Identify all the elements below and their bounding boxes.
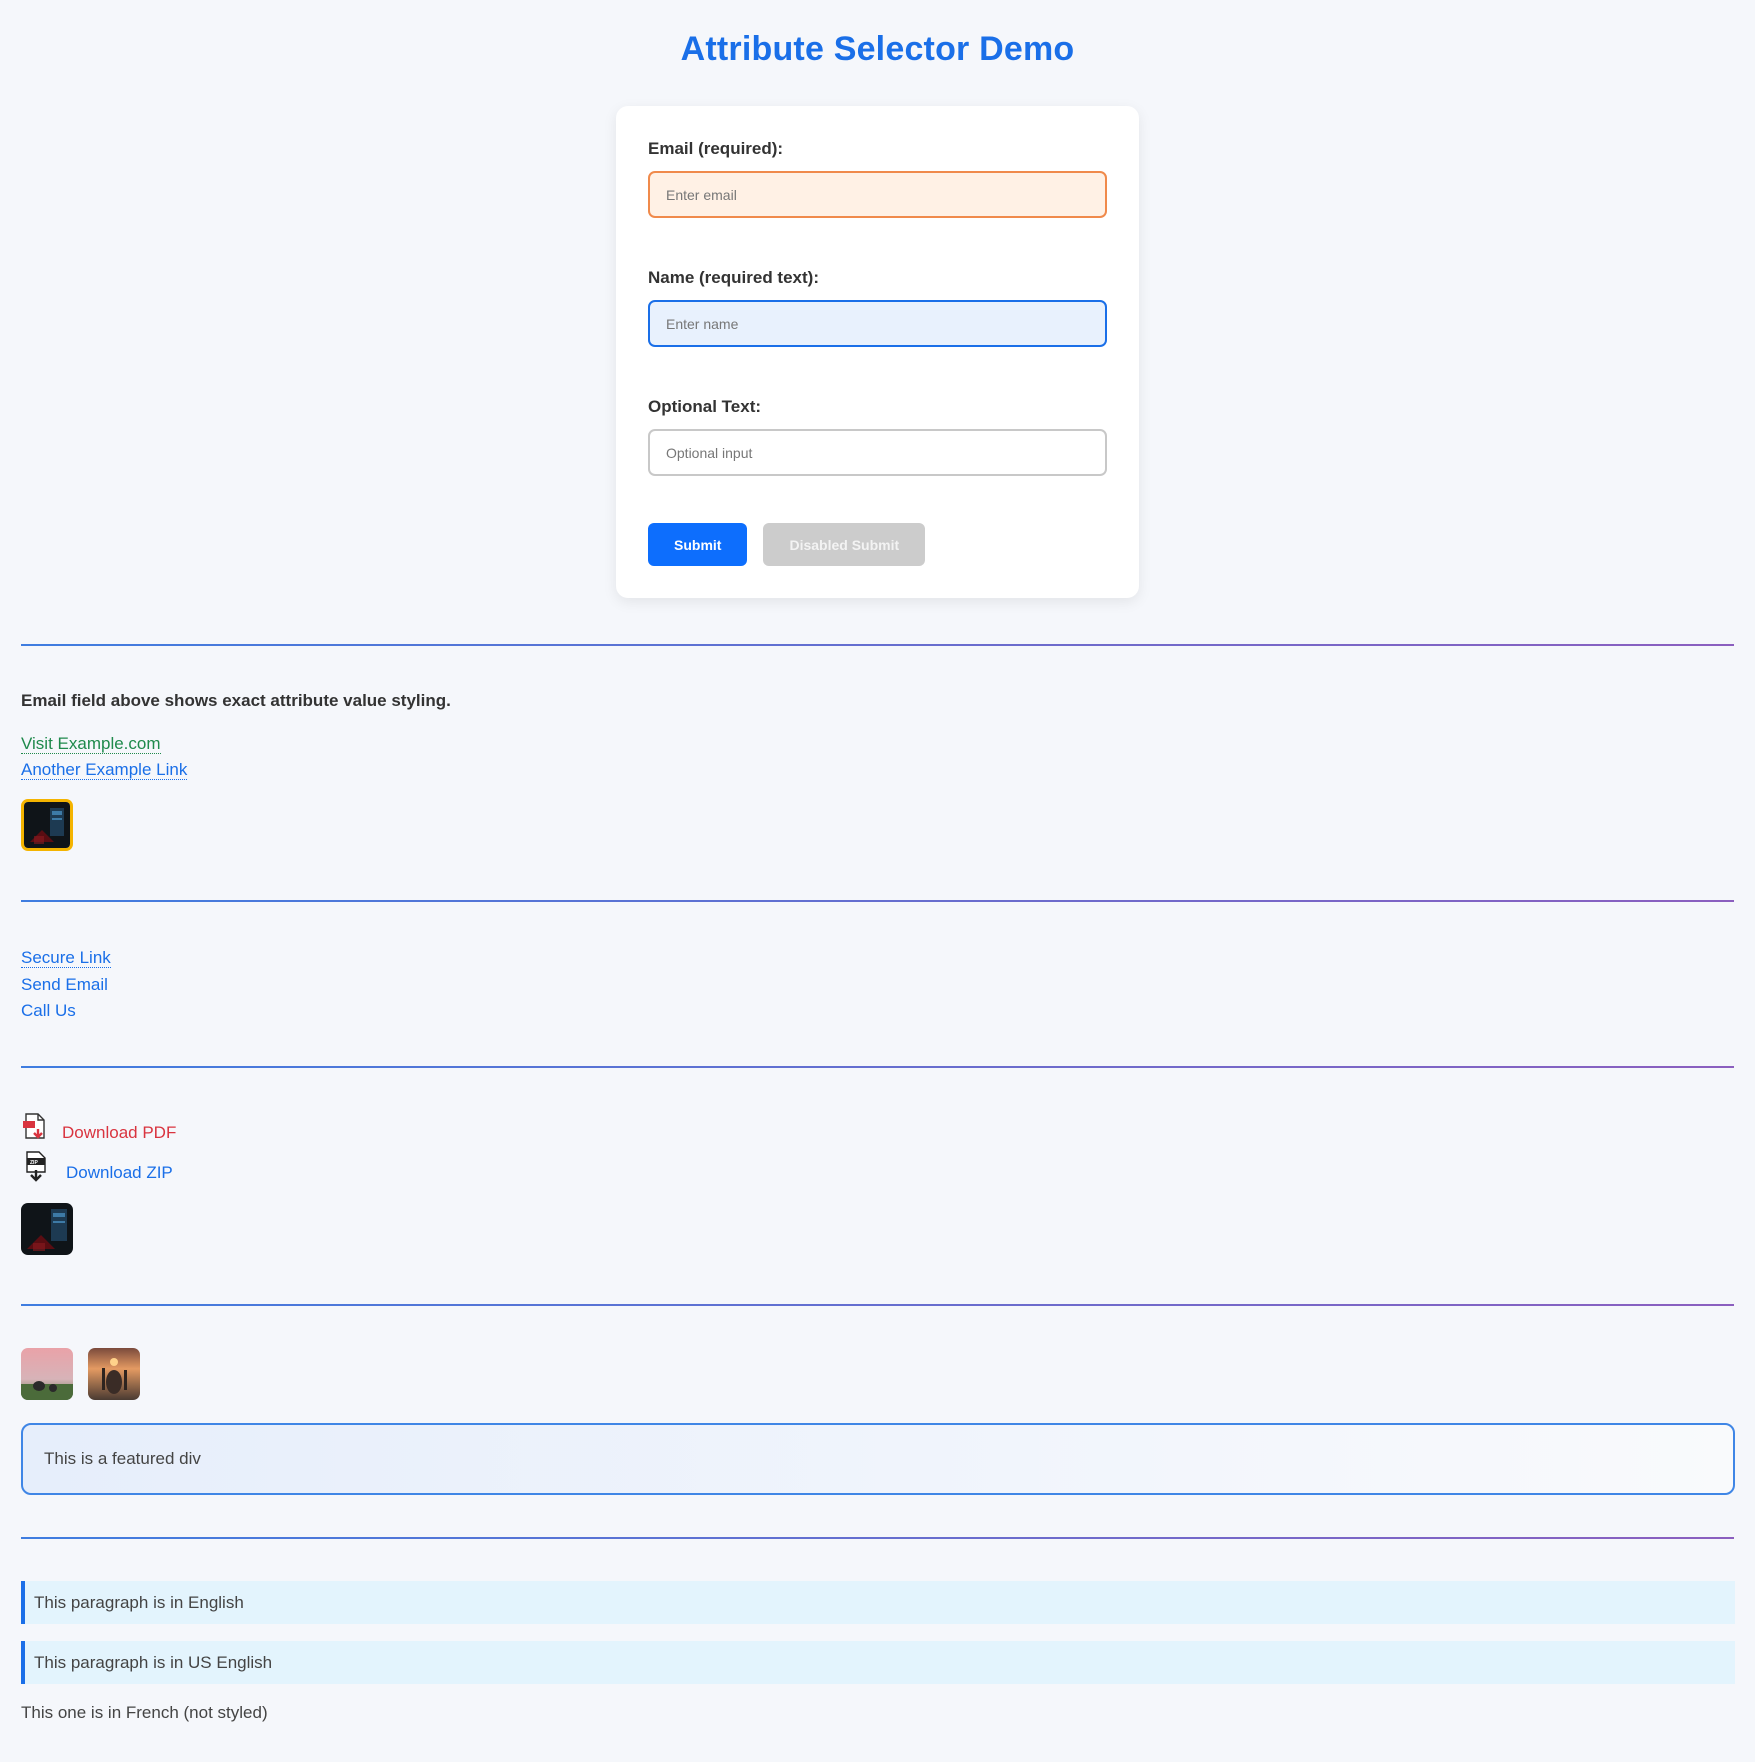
- english-paragraph: This paragraph is in English: [21, 1581, 1735, 1624]
- french-paragraph: This one is in French (not styled): [21, 1703, 268, 1722]
- featured-div-text: This is a featured div: [44, 1449, 201, 1468]
- optional-input[interactable]: [648, 429, 1107, 476]
- visit-example-link[interactable]: Visit Example.com: [21, 734, 161, 754]
- us-english-paragraph: This paragraph is in US English: [21, 1641, 1735, 1684]
- photo-thumbnail-1: [21, 1348, 73, 1400]
- highlighted-image: [21, 799, 73, 851]
- email-field-group: Email (required):: [648, 139, 1107, 218]
- call-us-link[interactable]: Call Us: [21, 1001, 76, 1021]
- divider-3: [21, 1066, 1734, 1068]
- email-label: Email (required):: [648, 139, 784, 158]
- divider-2: [21, 900, 1734, 902]
- download-pdf-link[interactable]: Download PDF: [21, 1112, 176, 1147]
- english-paragraph-text: This paragraph is in English: [34, 1592, 244, 1612]
- name-label: Name (required text):: [648, 268, 819, 287]
- divider-5: [21, 1537, 1734, 1539]
- download-zip-label: Download ZIP: [66, 1163, 173, 1182]
- another-example-link-label: Another Example Link: [21, 760, 188, 780]
- plain-image: [21, 1203, 73, 1255]
- disabled-submit-button: Disabled Submit: [763, 523, 926, 566]
- us-english-paragraph-text: This paragraph is in US English: [34, 1652, 273, 1672]
- another-example-link[interactable]: Another Example Link: [21, 760, 188, 780]
- divider-1: [21, 644, 1734, 646]
- button-row: Submit Disabled Submit: [648, 523, 1107, 566]
- secure-link-label: Secure Link: [21, 948, 111, 968]
- page-root: Attribute Selector Demo Email (required)…: [0, 0, 1755, 1722]
- name-input[interactable]: [648, 300, 1107, 347]
- page-title: Attribute Selector Demo: [680, 30, 1075, 68]
- zip-file-icon: ZIP: [21, 1150, 51, 1187]
- optional-field-group: Optional Text:: [648, 397, 1107, 476]
- optional-label: Optional Text:: [648, 397, 762, 416]
- divider-4: [21, 1304, 1734, 1306]
- download-zip-link[interactable]: ZIP Download ZIP: [21, 1150, 173, 1187]
- svg-text:ZIP: ZIP: [30, 1160, 38, 1166]
- secure-link[interactable]: Secure Link: [21, 948, 111, 968]
- submit-button[interactable]: Submit: [648, 523, 748, 566]
- photo-thumbnail-2: [88, 1348, 140, 1400]
- featured-div: This is a featured div: [21, 1423, 1735, 1495]
- form-card: Email (required): Name (required text): …: [616, 106, 1139, 598]
- send-email-link[interactable]: Send Email: [21, 975, 108, 995]
- email-input[interactable]: [648, 171, 1107, 218]
- name-field-group: Name (required text):: [648, 268, 1107, 347]
- visit-example-link-label: Visit Example.com: [21, 734, 161, 754]
- pdf-file-icon: [21, 1112, 49, 1147]
- attribute-note: Email field above shows exact attribute …: [21, 691, 451, 710]
- download-pdf-label: Download PDF: [62, 1122, 177, 1142]
